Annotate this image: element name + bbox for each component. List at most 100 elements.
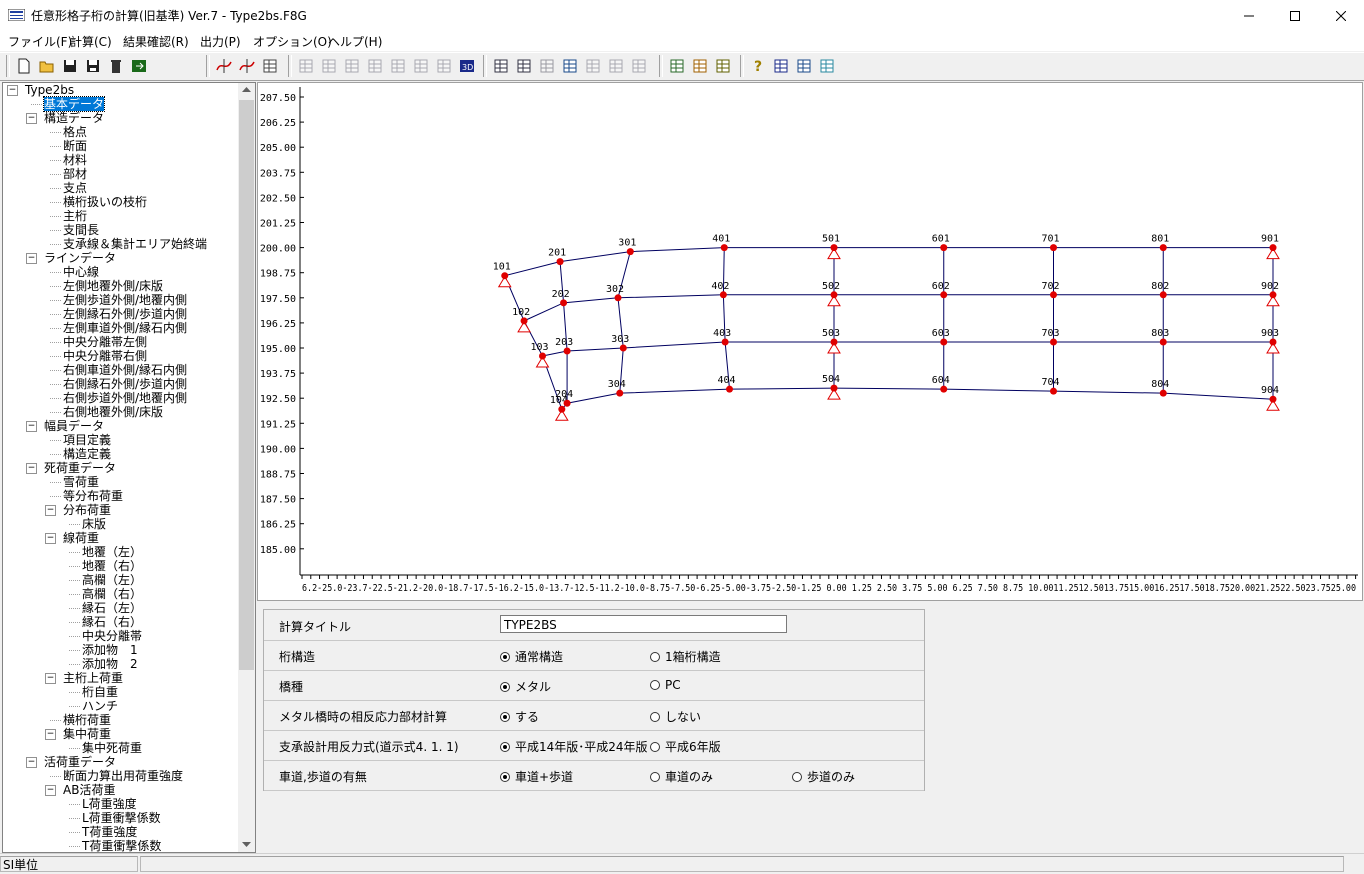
report-button[interactable] bbox=[714, 57, 732, 75]
radio-option[interactable]: 歩道のみ bbox=[792, 768, 855, 785]
menu-file[interactable]: ファイル(F) bbox=[8, 33, 72, 50]
tree-item[interactable]: 死荷重データ bbox=[44, 461, 116, 475]
print-button[interactable] bbox=[538, 57, 556, 75]
minimize-button[interactable] bbox=[1226, 0, 1272, 31]
open-folder-button[interactable] bbox=[38, 57, 56, 75]
new-file-button[interactable] bbox=[15, 57, 33, 75]
tree-item[interactable]: 活荷重データ bbox=[44, 755, 116, 769]
tree-collapse-toggle[interactable]: − bbox=[26, 757, 37, 768]
tree-collapse-toggle[interactable]: − bbox=[45, 505, 56, 516]
tree-item[interactable]: 等分布荷重 bbox=[63, 489, 123, 503]
tree-item[interactable]: 中央分離帯 bbox=[82, 629, 142, 643]
tree-item[interactable]: 添加物 2 bbox=[82, 657, 138, 671]
tree-item[interactable]: 地覆（右） bbox=[82, 559, 142, 573]
menu-options[interactable]: オプション(O) bbox=[253, 33, 332, 50]
tree-item[interactable]: 集中荷重 bbox=[63, 727, 111, 741]
close-button[interactable] bbox=[1318, 0, 1364, 31]
tree-collapse-toggle[interactable]: − bbox=[45, 785, 56, 796]
radio-option[interactable]: 1箱桁構造 bbox=[650, 648, 721, 665]
tree-item[interactable]: 集中死荷重 bbox=[82, 741, 142, 755]
help-button[interactable]: ? bbox=[749, 57, 767, 75]
grid-plan-view[interactable]: 207.50 206.25 205.00 203.75 202.50 201.25 200.… bbox=[257, 82, 1363, 601]
menu-help[interactable]: ヘルプ(H) bbox=[328, 33, 382, 50]
tree-item[interactable]: 左側地覆外側/床版 bbox=[63, 279, 163, 293]
tree-item[interactable]: 構造データ bbox=[44, 111, 104, 125]
tree-collapse-toggle[interactable]: − bbox=[45, 673, 56, 684]
book-button[interactable] bbox=[772, 57, 790, 75]
grid-view-5-button[interactable] bbox=[389, 57, 407, 75]
tree-item[interactable]: 右側縁石外側/歩道内側 bbox=[63, 377, 187, 391]
tree-item[interactable]: 断面 bbox=[63, 139, 87, 153]
tree-collapse-toggle[interactable]: − bbox=[26, 463, 37, 474]
tree-item[interactable]: 地覆（左） bbox=[82, 545, 142, 559]
tree-item[interactable]: 幅員データ bbox=[44, 419, 104, 433]
grid-view-3-button[interactable] bbox=[343, 57, 361, 75]
tree-item[interactable]: 断面力算出用荷重強度 bbox=[63, 769, 183, 783]
tree-collapse-toggle[interactable]: − bbox=[45, 533, 56, 544]
menu-results[interactable]: 結果確認(R) bbox=[123, 33, 189, 50]
tree-item[interactable]: 分布荷重 bbox=[63, 503, 111, 517]
grid-view-1-button[interactable] bbox=[297, 57, 315, 75]
tree-item[interactable]: 右側歩道外側/地覆内側 bbox=[63, 391, 187, 405]
chart-2-button[interactable] bbox=[607, 57, 625, 75]
grid-view-2-button[interactable] bbox=[320, 57, 338, 75]
tree-item[interactable]: 中央分離帯右側 bbox=[63, 349, 147, 363]
chart-3-button[interactable] bbox=[630, 57, 648, 75]
radio-option[interactable]: 車道+歩道 bbox=[500, 768, 573, 785]
save-as-button[interactable] bbox=[84, 57, 102, 75]
tree-collapse-toggle[interactable]: − bbox=[7, 85, 18, 96]
radio-option[interactable]: メタル bbox=[500, 678, 551, 695]
tree-item[interactable]: 横桁扱いの枝桁 bbox=[63, 195, 147, 209]
tree-item[interactable]: Type2bs bbox=[25, 83, 74, 97]
radio-option[interactable]: PC bbox=[650, 678, 681, 692]
tree-item[interactable]: AB活荷重 bbox=[63, 783, 115, 797]
tree-item[interactable]: 線荷重 bbox=[63, 531, 99, 545]
radio-option[interactable]: 平成14年版･平成24年版 bbox=[500, 738, 648, 755]
tree-item[interactable]: 右側車道外側/縁石内側 bbox=[63, 363, 187, 377]
grid-view-6-button[interactable] bbox=[412, 57, 430, 75]
spline-button[interactable] bbox=[215, 57, 233, 75]
tree-item[interactable]: 基本データ bbox=[42, 96, 106, 112]
tree-item[interactable]: L荷重強度 bbox=[82, 797, 137, 811]
tree-item[interactable]: 高欄（右） bbox=[82, 587, 142, 601]
print-preview-button[interactable] bbox=[515, 57, 533, 75]
tree-item[interactable]: 支間長 bbox=[63, 223, 99, 237]
grid-view-4-button[interactable] bbox=[366, 57, 384, 75]
tree-item[interactable]: 格点 bbox=[63, 125, 87, 139]
radio-option[interactable]: 平成6年版 bbox=[650, 738, 721, 755]
chart-1-button[interactable] bbox=[584, 57, 602, 75]
tree-item[interactable]: 左側車道外側/縁石内側 bbox=[63, 321, 187, 335]
tree-item[interactable]: 横桁荷重 bbox=[63, 713, 111, 727]
tree-item[interactable]: ラインデータ bbox=[44, 251, 116, 265]
tree-scrollbar[interactable] bbox=[238, 83, 255, 852]
tree-item[interactable]: 主桁上荷重 bbox=[63, 671, 123, 685]
tree-item[interactable]: 部材 bbox=[63, 167, 87, 181]
card-button[interactable] bbox=[795, 57, 813, 75]
view-3d-button[interactable]: 3D bbox=[458, 57, 476, 75]
calc-result-button[interactable] bbox=[561, 57, 579, 75]
tree-collapse-toggle[interactable]: − bbox=[26, 421, 37, 432]
tree-item[interactable]: 支承線＆集計エリア始終端 bbox=[63, 237, 207, 251]
tree-collapse-toggle[interactable]: − bbox=[26, 253, 37, 264]
check-button[interactable] bbox=[668, 57, 686, 75]
tree-item[interactable]: 雪荷重 bbox=[63, 475, 99, 489]
radio-option[interactable]: する bbox=[500, 708, 539, 725]
data-tree[interactable]: Type2bs − 基本データ 構造データ − 格点 断面 材料 部材 支点 横桁扱いの枝桁 主桁 支間… bbox=[2, 82, 256, 853]
tree-collapse-toggle[interactable]: − bbox=[26, 113, 37, 124]
tree-item[interactable]: 桁自重 bbox=[82, 685, 118, 699]
radio-option[interactable]: しない bbox=[650, 708, 701, 725]
tree-collapse-toggle[interactable]: − bbox=[45, 729, 56, 740]
tree-item[interactable]: 縁石（左） bbox=[82, 601, 142, 615]
tree-item[interactable]: 中心線 bbox=[63, 265, 99, 279]
tree-item[interactable]: 床版 bbox=[82, 517, 106, 531]
tree-item[interactable]: 構造定義 bbox=[63, 447, 111, 461]
tree-item[interactable]: 中央分離帯左側 bbox=[63, 335, 147, 349]
menu-calc[interactable]: 計算(C) bbox=[70, 33, 112, 50]
exit-button[interactable] bbox=[130, 57, 148, 75]
copy-button[interactable] bbox=[492, 57, 510, 75]
delete-button[interactable] bbox=[107, 57, 125, 75]
tree-item[interactable]: 支点 bbox=[63, 181, 87, 195]
tree-item[interactable]: 添加物 1 bbox=[82, 643, 138, 657]
grid-data-button[interactable] bbox=[818, 57, 836, 75]
tree-item[interactable]: 主桁 bbox=[63, 209, 87, 223]
